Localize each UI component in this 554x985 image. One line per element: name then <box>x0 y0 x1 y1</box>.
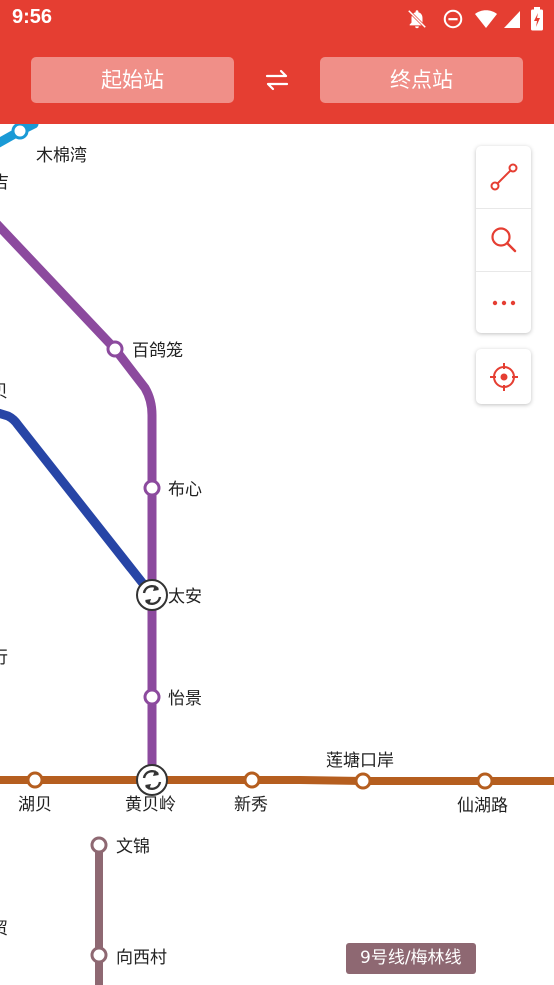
line-badge[interactable]: 9号线/梅林线 <box>346 943 476 974</box>
transfer-taian-icon[interactable] <box>136 579 168 611</box>
route-button[interactable] <box>476 146 531 208</box>
station-xinxiu[interactable] <box>243 771 261 789</box>
label-huangbeiling: 黄贝岭 <box>125 795 176 815</box>
search-icon <box>490 227 516 253</box>
label-taian: 太安 <box>168 587 202 607</box>
label-xianhulu: 仙湖路 <box>457 796 508 816</box>
label-partial-b: 贝 <box>0 382 8 402</box>
label-baigelong: 百鸽笼 <box>132 341 183 361</box>
station-xiangxicun[interactable] <box>90 946 108 964</box>
status-bar: 9:56 <box>0 0 554 38</box>
station-buxin[interactable] <box>143 479 161 497</box>
label-partial-a: 吉 <box>0 173 9 193</box>
transfer-huangbeiling-icon[interactable] <box>136 764 168 796</box>
line-brown <box>0 776 554 785</box>
locate-icon <box>489 362 518 391</box>
line-blue-dark <box>0 408 156 598</box>
signal-icon <box>504 11 520 28</box>
station-hubei[interactable] <box>26 771 44 789</box>
label-xiangxicun: 向西村 <box>116 948 167 968</box>
label-liantangkouan: 莲塘口岸 <box>326 751 394 771</box>
label-buxin: 布心 <box>168 480 202 500</box>
status-time: 9:56 <box>12 6 53 28</box>
label-wenjin: 文锦 <box>116 837 150 857</box>
more-icon <box>492 300 515 306</box>
station-xianhulu[interactable] <box>476 772 494 790</box>
metro-map[interactable]: 木棉湾 吉 百鸽笼 贝 布心 太安 行 怡景 莲塘口岸 湖贝 黄贝岭 新秀 仙湖… <box>0 124 554 985</box>
route-header: 起始站 终点站 <box>0 38 554 124</box>
search-button[interactable] <box>476 209 531 271</box>
station-baigelong[interactable] <box>106 340 124 358</box>
station-yijing[interactable] <box>143 688 161 706</box>
map-toolbar <box>476 146 531 333</box>
locate-button[interactable] <box>476 349 531 404</box>
swap-icon[interactable] <box>263 68 291 92</box>
battery-charging-icon <box>531 7 543 31</box>
route-icon <box>490 163 517 191</box>
label-xinxiu: 新秀 <box>234 795 268 815</box>
do-not-disturb-icon <box>443 9 463 29</box>
label-mumianwan: 木棉湾 <box>36 146 87 166</box>
station-liantangkouan[interactable] <box>354 772 372 790</box>
start-station-button[interactable]: 起始站 <box>31 57 234 103</box>
end-station-button[interactable]: 终点站 <box>320 57 523 103</box>
station-wenjin[interactable] <box>90 836 108 854</box>
bell-off-icon <box>407 9 427 29</box>
label-yijing: 怡景 <box>168 689 202 709</box>
station-mumianwan[interactable] <box>11 124 29 140</box>
label-partial-d: 贸 <box>0 919 8 939</box>
label-partial-c: 行 <box>0 648 8 668</box>
label-hubei: 湖贝 <box>18 795 52 815</box>
more-button[interactable] <box>476 272 531 334</box>
wifi-icon <box>475 10 497 28</box>
